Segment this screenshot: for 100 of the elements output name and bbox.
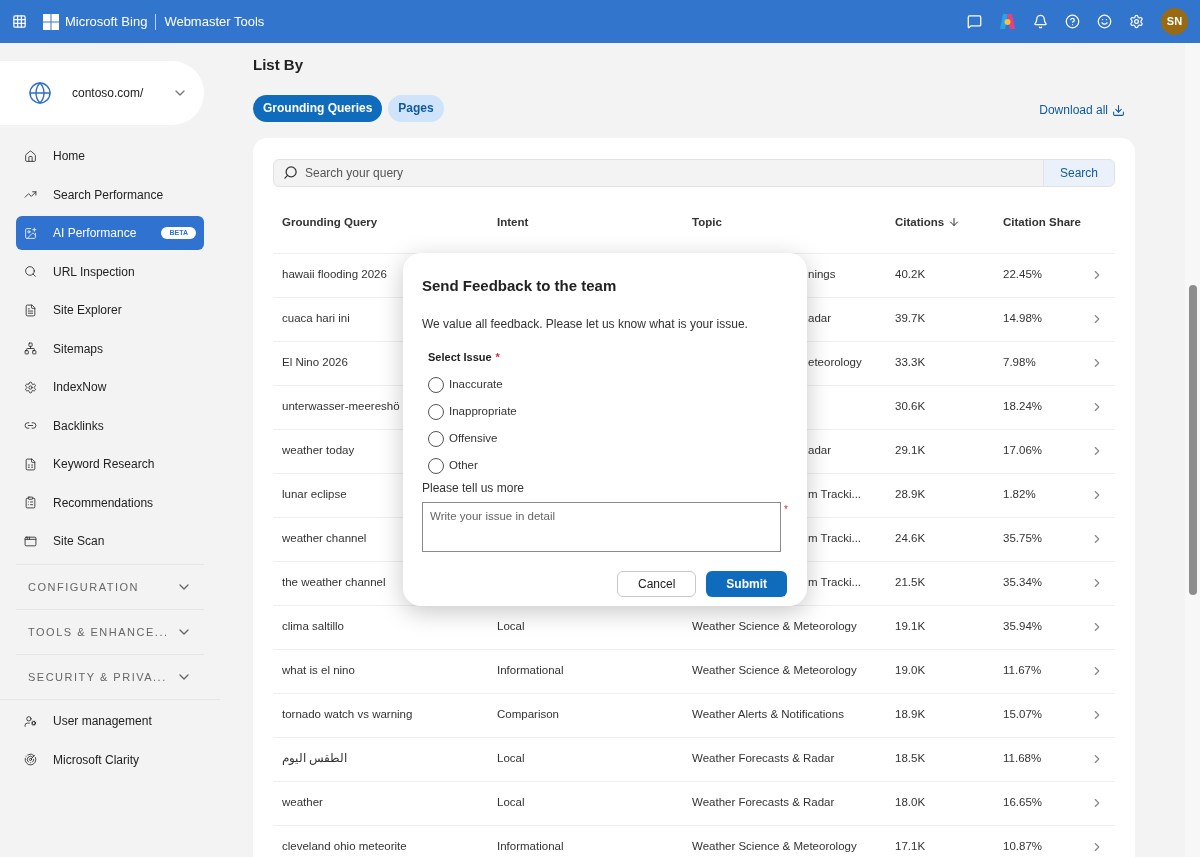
table-cell-text: Weather Forecasts & Radar xyxy=(692,751,835,767)
table-cell-text: Weather Science & Meteorology xyxy=(692,663,857,679)
column-header[interactable]: Grounding Query xyxy=(273,213,488,231)
product-name: Webmaster Tools xyxy=(164,12,265,31)
required-mark: * xyxy=(784,502,788,517)
user-avatar[interactable]: SN xyxy=(1161,8,1188,35)
tab[interactable]: Grounding Queries xyxy=(253,94,383,122)
nav-item[interactable]: Microsoft Clarity xyxy=(16,742,204,777)
column-header[interactable]: Citations xyxy=(886,213,994,231)
table-cell-text: weather channel xyxy=(282,531,367,547)
nav-item[interactable]: Home xyxy=(16,139,204,173)
table-cell-text: Weather Alerts & Notifications xyxy=(692,707,844,723)
column-header[interactable]: Intent xyxy=(488,213,683,231)
table-cell-text: Weather Science & Meteorology xyxy=(692,619,857,635)
app-launcher-icon[interactable] xyxy=(12,14,27,29)
nav-label: User management xyxy=(53,713,153,730)
table-cell-text: 15.07% xyxy=(1002,707,1043,723)
scrollbar-thumb[interactable] xyxy=(1188,285,1197,595)
nav-item[interactable]: Site Explorer xyxy=(16,293,204,327)
nav-label: Backlinks xyxy=(53,417,105,435)
help-icon[interactable] xyxy=(1065,14,1080,29)
table-cell-text: weather xyxy=(282,795,323,811)
site-name: contoso.com/ xyxy=(72,85,145,102)
table-cell-text: El Nino 2026 xyxy=(282,355,348,371)
search-button[interactable]: Search xyxy=(1042,159,1114,186)
link-icon xyxy=(24,419,37,432)
select-issue-label: Select Issue xyxy=(428,350,492,365)
table-cell-text: adar xyxy=(808,443,832,459)
table-cell-text: 35.34% xyxy=(1002,575,1043,591)
table-cell-text: Informational xyxy=(496,839,565,855)
search-icon xyxy=(24,265,37,278)
nav-item[interactable]: Recommendations xyxy=(16,485,204,520)
table-cell-text: Local xyxy=(496,795,526,811)
table-cell-text: 35.94% xyxy=(1002,619,1043,635)
section-header[interactable]: SECURITY & PRIVA... xyxy=(16,654,204,699)
nav-item[interactable]: Site Scan xyxy=(16,524,204,558)
radio-option[interactable]: Inaccurate xyxy=(428,371,788,399)
table-cell-text: Informational xyxy=(496,663,565,679)
nav-item[interactable]: Search Performance xyxy=(16,177,204,212)
dialog-message: We value all feedback. Please let us know what is your issue. xyxy=(422,316,749,333)
section-header[interactable]: CONFIGURATION xyxy=(16,564,204,609)
nav-item[interactable]: Sitemaps xyxy=(16,331,204,366)
submit-button[interactable]: Submit xyxy=(706,570,787,597)
site-selector[interactable]: contoso.com/ xyxy=(0,61,204,125)
table-cell-text: lunar eclipse xyxy=(282,487,347,503)
download-all-link[interactable]: Download all xyxy=(1039,101,1125,119)
nav-label: IndexNow xyxy=(53,379,108,396)
table-cell-text: m Tracki... xyxy=(808,531,862,547)
table-cell-text: 1.82% xyxy=(1002,487,1037,503)
windows-logo-icon xyxy=(43,13,59,30)
nav-item[interactable]: User management xyxy=(16,704,204,738)
table-cell-text: Local xyxy=(496,619,526,635)
download-icon xyxy=(1112,103,1125,117)
table-cell-text: 21.5K xyxy=(894,575,927,591)
copilot-logo-icon[interactable] xyxy=(999,13,1016,30)
table-cell-text: cuaca hari ini xyxy=(282,311,350,327)
section-header[interactable]: TOOLS & ENHANCE... xyxy=(16,609,204,654)
table-cell-text: hawaii flooding 2026 xyxy=(282,267,387,283)
nav-label: Recommendations xyxy=(53,494,155,512)
section-label: TOOLS & ENHANCE... xyxy=(28,624,170,640)
detail-label: Please tell us more xyxy=(422,479,526,497)
nav-item[interactable]: Keyword Research xyxy=(16,447,204,481)
required-mark: * xyxy=(495,350,500,365)
section-label: CONFIGURATION xyxy=(28,579,140,595)
cancel-button[interactable]: Cancel xyxy=(616,570,697,597)
detail-input-field[interactable]: Write your issue in detail xyxy=(422,501,782,552)
notification-icon[interactable] xyxy=(1033,14,1048,29)
radio-option[interactable]: Inappropriate xyxy=(428,398,788,426)
table-cell-text: الطقس اليوم xyxy=(282,751,348,767)
table-cell-text: 11.68% xyxy=(1002,751,1043,767)
table-cell-text: clima saltillo xyxy=(282,619,344,635)
table-cell-text: weather today xyxy=(282,443,355,459)
table-cell-text: 10.87% xyxy=(1002,839,1043,855)
table-cell-text: adar xyxy=(808,311,832,327)
settings-icon[interactable] xyxy=(1129,14,1144,29)
sitemap-icon xyxy=(24,342,37,355)
table-cell-text: 33.3K xyxy=(894,355,927,371)
globe-icon xyxy=(28,81,52,105)
column-header[interactable]: Topic xyxy=(683,213,886,231)
clipboard-icon xyxy=(24,496,37,509)
nav-item[interactable]: IndexNow xyxy=(16,370,204,404)
scrollbar[interactable] xyxy=(1185,43,1200,857)
radio-option[interactable]: Offensive xyxy=(428,425,788,453)
table-cell-text: 18.9K xyxy=(894,707,927,723)
table-cell-text: the weather channel xyxy=(282,575,386,591)
tab[interactable]: Pages xyxy=(388,94,444,122)
table-cell-text: tornado watch vs warning xyxy=(282,707,413,723)
column-header[interactable]: Citation Share xyxy=(994,213,1090,231)
smiley-icon[interactable] xyxy=(1097,14,1112,29)
radio-option[interactable]: Other xyxy=(428,452,788,480)
table-cell-text: 19.1K xyxy=(894,619,927,635)
table-cell-text: 39.7K xyxy=(894,311,927,327)
table-cell-text: Weather Forecasts & Radar xyxy=(692,795,835,811)
search-field[interactable]: Search your query Search xyxy=(273,158,1115,187)
table-cell-text: 16.65% xyxy=(1002,795,1043,811)
nav-item[interactable]: URL Inspection xyxy=(16,254,204,289)
table-cell-text: 18.0K xyxy=(894,795,927,811)
nav-item[interactable]: Backlinks xyxy=(16,408,204,443)
feedback-icon[interactable] xyxy=(967,14,982,29)
table-cell-text: 19.0K xyxy=(894,663,927,679)
